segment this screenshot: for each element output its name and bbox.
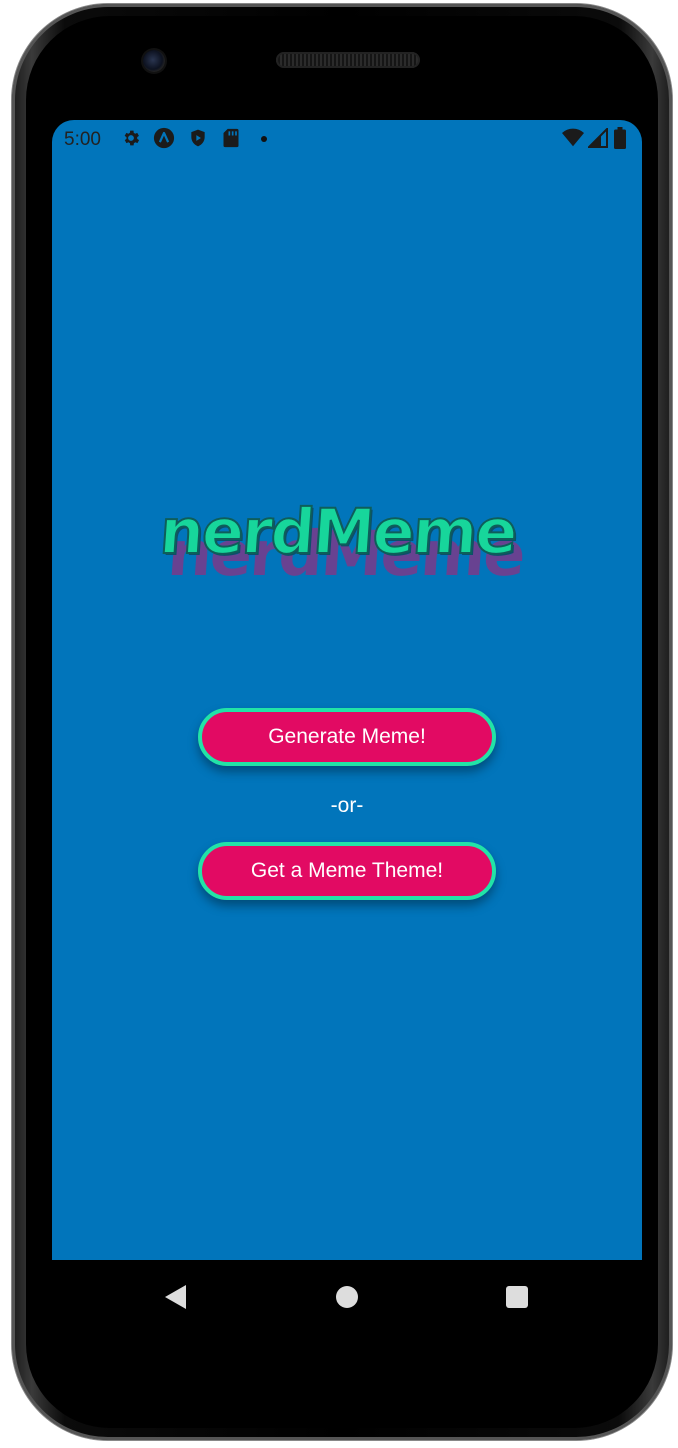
home-icon[interactable] <box>336 1286 358 1308</box>
status-time: 5:00 <box>64 129 101 150</box>
system-navigation-bar <box>52 1260 642 1332</box>
app-logo: nerdMeme nerdMeme <box>156 494 540 595</box>
get-meme-theme-button[interactable]: Get a Meme Theme! <box>198 842 496 900</box>
or-separator: -or- <box>330 794 364 817</box>
app-screen: 5:00 nerdMeme nerdMeme Generate Meme! -o… <box>52 120 642 1260</box>
shield-play-icon <box>187 127 209 149</box>
wifi-icon <box>562 127 584 149</box>
recents-icon[interactable] <box>506 1286 528 1308</box>
cell-signal-icon <box>587 127 609 149</box>
back-icon[interactable] <box>164 1284 188 1315</box>
generate-meme-button[interactable]: Generate Meme! <box>198 708 496 766</box>
logo-text: nerdMeme <box>156 494 519 569</box>
battery-icon <box>612 127 628 149</box>
front-camera <box>143 50 165 72</box>
app-a-icon <box>153 127 175 149</box>
gear-icon <box>120 127 142 149</box>
notification-dot-icon <box>261 136 267 142</box>
status-bar: 5:00 <box>52 120 642 158</box>
earpiece-speaker <box>276 52 420 68</box>
sd-card-icon <box>220 127 242 149</box>
